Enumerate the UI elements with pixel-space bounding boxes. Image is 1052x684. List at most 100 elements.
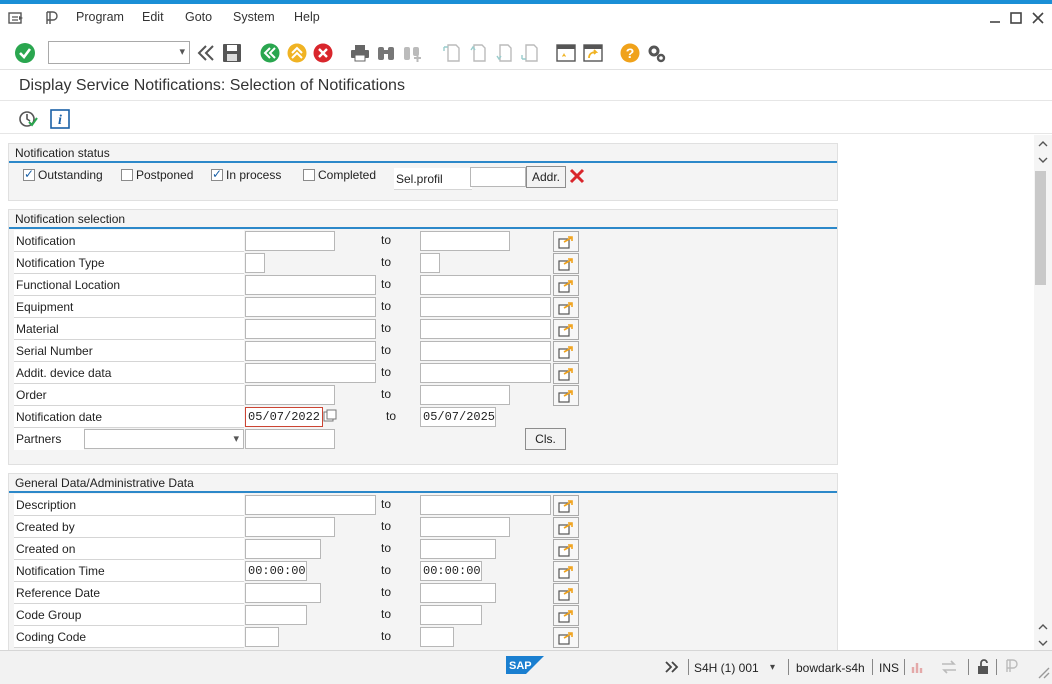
checkbox-postponed[interactable]: Postponed <box>121 168 193 182</box>
field-to-input[interactable] <box>420 297 551 317</box>
checkbox[interactable] <box>211 167 223 181</box>
checkbox-completed[interactable]: Completed <box>303 168 376 182</box>
create-session-icon[interactable] <box>556 43 576 63</box>
partners-role-select[interactable]: ▾ <box>84 429 244 449</box>
checkbox-outstanding[interactable]: Outstanding <box>23 167 103 182</box>
multiple-selection-button[interactable] <box>553 231 579 252</box>
expand-status-icon[interactable] <box>664 660 680 677</box>
shortcut-icon[interactable] <box>583 43 603 63</box>
field-to-input[interactable] <box>420 627 454 647</box>
multiple-selection-button[interactable] <box>553 297 579 318</box>
multiple-selection-button[interactable] <box>553 627 579 648</box>
field-to-input[interactable] <box>420 539 496 559</box>
info-icon[interactable]: i <box>50 109 70 132</box>
next-page-icon[interactable] <box>494 43 514 63</box>
cancel-icon[interactable] <box>313 43 333 63</box>
help-icon[interactable]: ? <box>620 43 640 63</box>
multiple-selection-button[interactable] <box>553 517 579 538</box>
command-field[interactable]: ▾ <box>48 41 190 64</box>
field-from-input[interactable] <box>245 319 376 339</box>
menu-edit[interactable]: Edit <box>142 10 164 24</box>
field-from-input[interactable] <box>245 231 335 251</box>
checkbox[interactable] <box>303 169 315 181</box>
first-page-icon[interactable] <box>442 43 462 63</box>
minimize-icon[interactable] <box>988 12 1002 26</box>
field-to-input[interactable] <box>420 319 551 339</box>
partners-input[interactable] <box>245 429 335 449</box>
delete-icon[interactable] <box>569 168 585 187</box>
scroll-down-page-icon[interactable] <box>1037 621 1049 635</box>
multiple-selection-button[interactable] <box>553 495 579 516</box>
field-to-input[interactable] <box>420 385 510 405</box>
multiple-selection-button[interactable] <box>553 363 579 384</box>
multiple-selection-button[interactable] <box>553 385 579 406</box>
field-to-input[interactable] <box>420 517 510 537</box>
multiple-selection-button[interactable] <box>553 561 579 582</box>
field-from-input[interactable] <box>245 385 335 405</box>
find-next-icon[interactable] <box>402 43 422 63</box>
multiple-selection-button[interactable] <box>553 275 579 296</box>
sap-p-icon[interactable] <box>44 10 60 29</box>
cls-button[interactable]: Cls. <box>525 428 566 450</box>
scroll-up-icon[interactable] <box>1037 138 1049 152</box>
field-from-input[interactable] <box>245 627 279 647</box>
field-to-input[interactable] <box>420 231 510 251</box>
field-to-input[interactable]: 00:00:00 <box>420 561 482 581</box>
field-to-input[interactable] <box>420 341 551 361</box>
multiple-selection-button[interactable] <box>553 341 579 362</box>
menu-icon[interactable] <box>8 11 24 28</box>
field-to-input[interactable] <box>420 495 551 515</box>
field-from-input[interactable]: 00:00:00 <box>245 561 307 581</box>
lock-icon[interactable] <box>976 659 992 678</box>
maximize-icon[interactable] <box>1009 12 1023 26</box>
execute-icon[interactable] <box>18 109 38 132</box>
menu-program[interactable]: Program <box>76 10 124 24</box>
multiple-selection-button[interactable] <box>553 253 579 274</box>
field-from-input[interactable] <box>245 539 321 559</box>
exit-icon[interactable] <box>287 43 307 63</box>
back-icon[interactable] <box>260 43 280 63</box>
field-to-input[interactable] <box>420 275 551 295</box>
scroll-down-icon[interactable] <box>1037 637 1049 651</box>
calendar-icon[interactable] <box>323 409 337 426</box>
last-page-icon[interactable] <box>520 43 540 63</box>
menu-system[interactable]: System <box>233 10 275 24</box>
multiple-selection-button[interactable] <box>553 605 579 626</box>
field-from-input[interactable] <box>245 253 265 273</box>
field-from-input[interactable] <box>245 275 376 295</box>
sel-profil-input[interactable] <box>470 167 526 187</box>
field-from-input[interactable]: 05/07/2022 <box>245 407 323 427</box>
field-from-input[interactable] <box>245 583 321 603</box>
menu-help[interactable]: Help <box>294 10 320 24</box>
resize-grip-icon[interactable] <box>1036 665 1050 682</box>
field-from-input[interactable] <box>245 495 376 515</box>
settings-icon[interactable] <box>646 43 666 63</box>
field-to-input[interactable]: 05/07/2025 <box>420 407 496 427</box>
field-from-input[interactable] <box>245 605 307 625</box>
checkbox[interactable] <box>23 167 35 181</box>
field-to-input[interactable] <box>420 253 440 273</box>
enter-icon[interactable] <box>14 42 35 63</box>
checkbox[interactable] <box>121 169 133 181</box>
multiple-selection-button[interactable] <box>553 583 579 604</box>
field-to-input[interactable] <box>420 363 551 383</box>
multiple-selection-button[interactable] <box>553 539 579 560</box>
vertical-scrollbar[interactable] <box>1034 135 1052 650</box>
chevron-down-icon[interactable]: ▾ <box>233 430 239 448</box>
back-history-icon[interactable] <box>196 43 216 63</box>
prev-page-icon[interactable] <box>468 43 488 63</box>
field-to-input[interactable] <box>420 605 482 625</box>
multiple-selection-button[interactable] <box>553 319 579 340</box>
chevron-down-icon[interactable]: ▾ <box>179 45 185 58</box>
save-icon[interactable] <box>222 43 242 63</box>
menu-goto[interactable]: Goto <box>185 10 212 24</box>
scroll-up-page-icon[interactable] <box>1037 154 1049 168</box>
find-icon[interactable] <box>376 43 396 63</box>
field-to-input[interactable] <box>420 583 496 603</box>
addr-button[interactable]: Addr. <box>526 166 566 188</box>
checkbox-in-process[interactable]: In process <box>211 167 281 182</box>
print-icon[interactable] <box>350 43 370 63</box>
field-from-input[interactable] <box>245 363 376 383</box>
system-dropdown-icon[interactable]: ▾ <box>770 662 775 673</box>
field-from-input[interactable] <box>245 341 376 361</box>
